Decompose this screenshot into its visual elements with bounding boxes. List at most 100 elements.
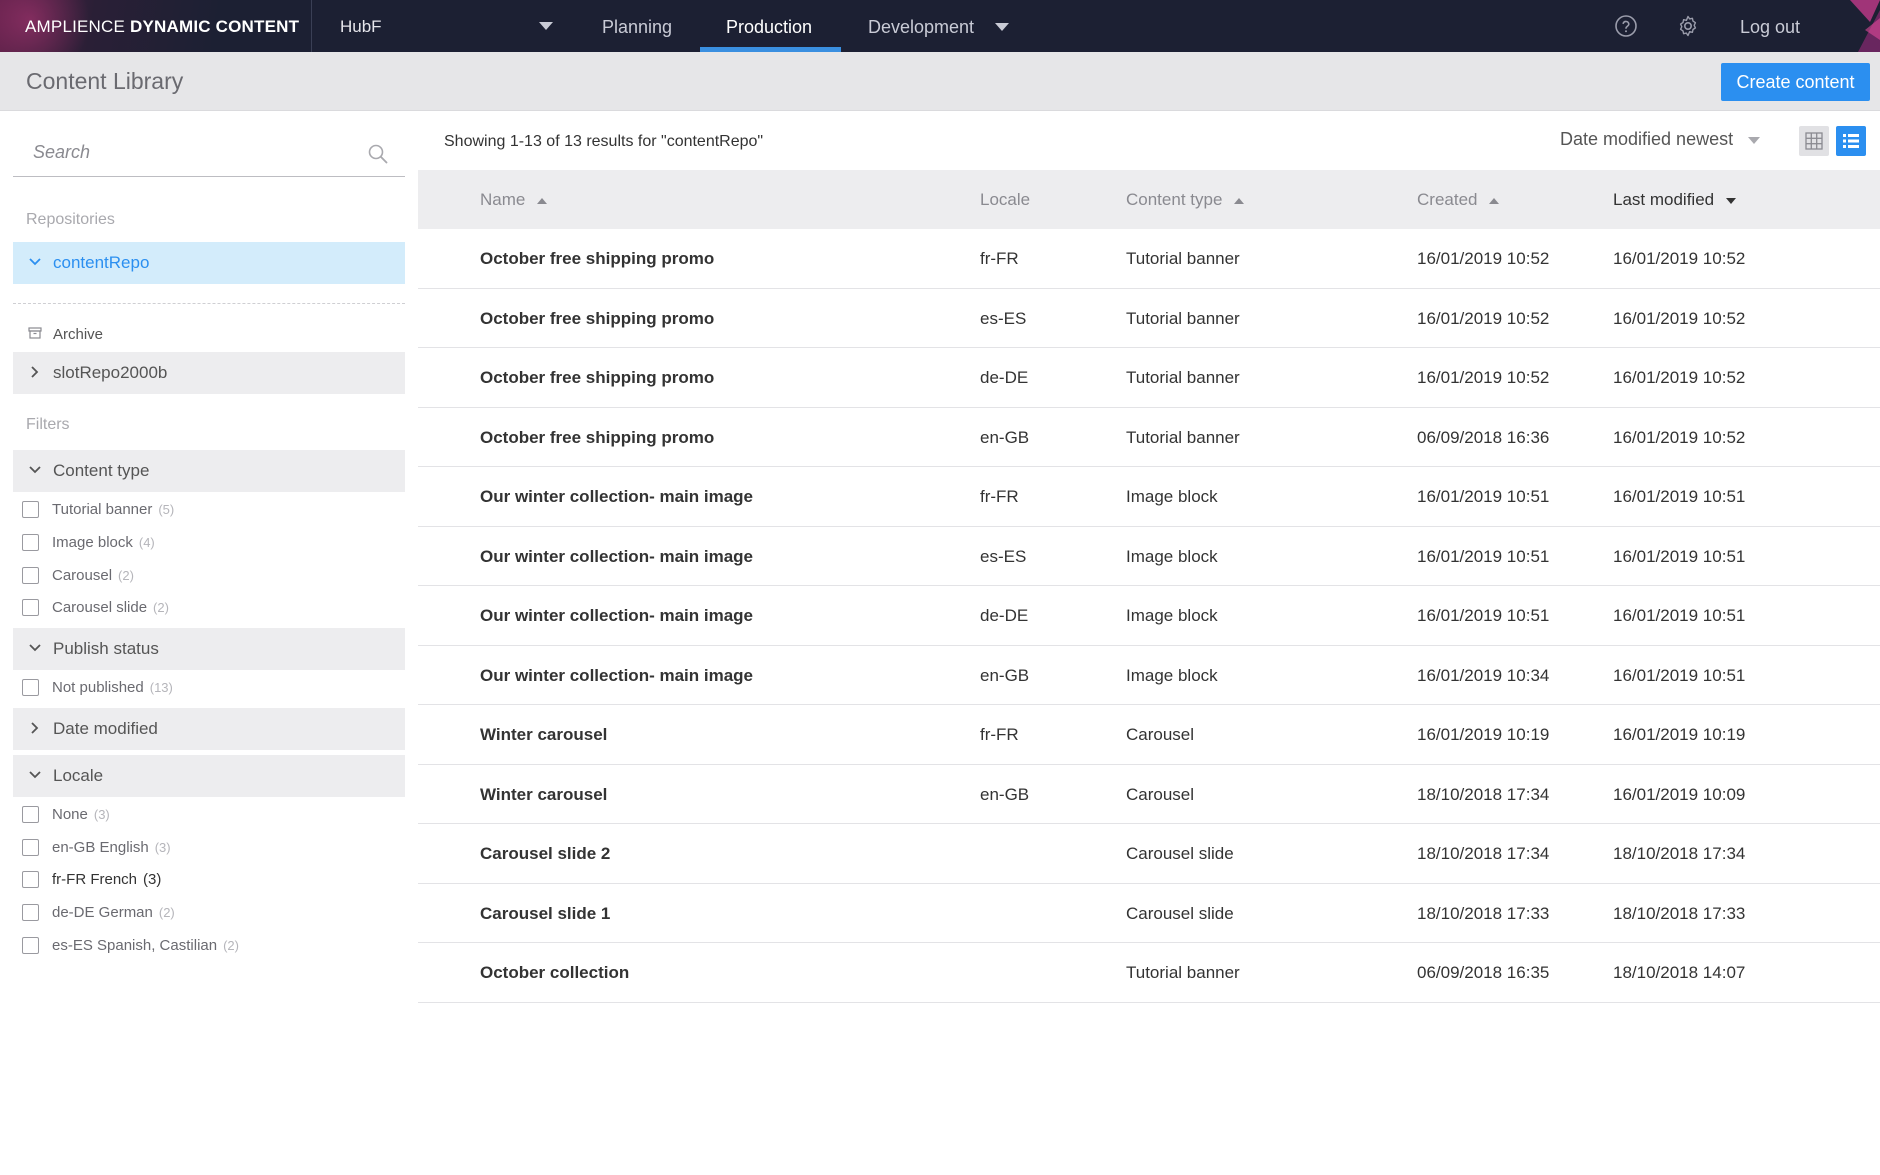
checkbox[interactable] bbox=[22, 937, 39, 954]
checkbox[interactable] bbox=[22, 567, 39, 584]
table-row[interactable]: October collection Tutorial banner 06/09/2… bbox=[418, 943, 1880, 1003]
sidebar: Repositories contentRepo Archive slotRep… bbox=[0, 111, 418, 1175]
cell-created: 16/01/2019 10:51 bbox=[1417, 606, 1550, 625]
table-row[interactable]: Carousel slide 2 Carousel slide 18/10/2018… bbox=[418, 824, 1880, 884]
sort-ascending-icon bbox=[1489, 197, 1500, 204]
search-input[interactable] bbox=[13, 129, 353, 175]
cell-created: 16/01/2019 10:51 bbox=[1417, 487, 1550, 506]
checkbox[interactable] bbox=[22, 534, 39, 551]
repositories-label: Repositories bbox=[26, 211, 115, 228]
cell-locale: fr-FR bbox=[980, 487, 1019, 506]
cell-name: Carousel slide 2 bbox=[480, 844, 611, 863]
top-navigation-bar: AMPLIENCE DYNAMIC CONTENT HubF Planning … bbox=[0, 0, 1880, 52]
gear-icon[interactable] bbox=[1676, 14, 1700, 38]
development-dropdown-caret-icon[interactable] bbox=[995, 23, 1009, 31]
option-label: fr-FR French (3) bbox=[52, 871, 162, 888]
cell-locale: de-DE bbox=[980, 606, 1029, 625]
sort-caret-icon[interactable] bbox=[1748, 137, 1760, 144]
chevron-down-icon[interactable] bbox=[27, 640, 43, 656]
checkbox[interactable] bbox=[22, 871, 39, 888]
sort-dropdown[interactable]: Date modified newest bbox=[1560, 129, 1733, 150]
chevron-down-icon[interactable] bbox=[27, 462, 43, 478]
cell-created: 16/01/2019 10:52 bbox=[1417, 249, 1550, 268]
cell-name: Our winter collection- main image bbox=[480, 546, 753, 566]
sort-ascending-icon bbox=[1234, 197, 1245, 204]
filter-date-modified[interactable]: Date modified bbox=[13, 708, 405, 750]
cell-content-type: Carousel slide bbox=[1126, 844, 1234, 863]
cell-last-modified: 16/01/2019 10:52 bbox=[1613, 308, 1746, 328]
checkbox[interactable] bbox=[22, 501, 39, 518]
cell-name: October free shipping promo bbox=[480, 427, 715, 447]
repository-label: contentRepo bbox=[53, 253, 150, 272]
cell-locale: es-ES bbox=[980, 308, 1027, 328]
column-header-locale: Locale bbox=[980, 190, 1031, 209]
column-header-created[interactable]: Created bbox=[1417, 170, 1500, 229]
table-row[interactable]: October free shipping promo fr-FR Tutorial… bbox=[418, 229, 1880, 289]
nav-development[interactable]: Development bbox=[868, 0, 974, 52]
table-row[interactable]: Our winter collection- main image fr-FR Im… bbox=[418, 467, 1880, 527]
option-label: Carousel (2) bbox=[52, 567, 134, 584]
cell-locale: en-GB bbox=[980, 665, 1030, 685]
content-list-panel: Showing 1-13 of 13 results for "contentR… bbox=[418, 111, 1880, 1175]
help-icon[interactable] bbox=[1614, 14, 1638, 38]
table-body: October free shipping promo fr-FR Tutorial… bbox=[418, 229, 1880, 1003]
hub-selector[interactable]: HubF bbox=[340, 17, 382, 37]
table-header: Name Locale Content type Created Last mo… bbox=[418, 170, 1880, 229]
repository-slotrepo2000b[interactable]: slotRepo2000b bbox=[13, 352, 405, 394]
cell-content-type: Tutorial banner bbox=[1126, 308, 1240, 328]
cell-locale: fr-FR bbox=[980, 249, 1019, 268]
decorative-corner-art bbox=[1850, 0, 1880, 52]
cell-locale: de-DE bbox=[980, 368, 1029, 387]
cell-content-type: Image block bbox=[1126, 487, 1218, 506]
cell-content-type: Carousel bbox=[1126, 725, 1195, 744]
filter-content-type[interactable]: Content type bbox=[13, 450, 405, 492]
filter-title: Locale bbox=[53, 766, 104, 785]
table-row[interactable]: Our winter collection- main image de-DE Im… bbox=[418, 586, 1880, 646]
table-row[interactable]: October free shipping promo es-ES Tutorial… bbox=[418, 289, 1880, 348]
column-header-last-modified[interactable]: Last modified bbox=[1613, 170, 1737, 229]
nav-planning[interactable]: Planning bbox=[602, 0, 672, 52]
column-header-content-type[interactable]: Content type bbox=[1126, 170, 1245, 229]
table-row[interactable]: Winter carousel fr-FR Carousel 16/01/2019 1… bbox=[418, 705, 1880, 765]
checkbox[interactable] bbox=[22, 679, 39, 696]
cell-created: 18/10/2018 17:34 bbox=[1417, 844, 1550, 863]
option-label: Not published (13) bbox=[52, 679, 173, 696]
table-row[interactable]: Winter carousel en-GB Carousel 18/10/2018 1… bbox=[418, 765, 1880, 824]
chevron-right-icon[interactable] bbox=[27, 720, 43, 736]
page-header: Content Library Create content bbox=[0, 52, 1880, 111]
checkbox[interactable] bbox=[22, 904, 39, 921]
cell-created: 16/01/2019 10:19 bbox=[1417, 725, 1550, 744]
repository-contentrepo[interactable]: contentRepo bbox=[13, 242, 405, 284]
logout-link[interactable]: Log out bbox=[1740, 0, 1800, 52]
checkbox[interactable] bbox=[22, 599, 39, 616]
list-view-button[interactable] bbox=[1836, 126, 1866, 156]
checkbox[interactable] bbox=[22, 839, 39, 856]
column-header-name[interactable]: Name bbox=[480, 170, 548, 229]
cell-name: October collection bbox=[480, 963, 630, 982]
create-content-button[interactable]: Create content bbox=[1721, 63, 1870, 101]
chevron-down-icon[interactable] bbox=[27, 254, 43, 270]
cell-last-modified: 16/01/2019 10:52 bbox=[1613, 249, 1746, 268]
option-label: en-GB English (3) bbox=[52, 839, 171, 856]
search-icon[interactable] bbox=[367, 143, 389, 165]
chevron-down-icon[interactable] bbox=[27, 767, 43, 783]
table-row[interactable]: Our winter collection- main image es-ES Im… bbox=[418, 527, 1880, 586]
table-row[interactable]: Our winter collection- main image en-GB Im… bbox=[418, 646, 1880, 705]
filter-title: Date modified bbox=[53, 719, 158, 738]
grid-view-button[interactable] bbox=[1799, 126, 1829, 156]
cell-locale: en-GB bbox=[980, 427, 1030, 447]
hub-dropdown-caret-icon[interactable] bbox=[539, 22, 553, 30]
archive-link[interactable]: Archive bbox=[13, 315, 405, 353]
chevron-right-icon[interactable] bbox=[27, 364, 43, 380]
nav-production[interactable]: Production bbox=[726, 0, 812, 52]
table-row[interactable]: Carousel slide 1 Carousel slide 18/10/2018… bbox=[418, 884, 1880, 943]
table-row[interactable]: October free shipping promo en-GB Tutorial… bbox=[418, 408, 1880, 467]
cell-locale: es-ES bbox=[980, 546, 1027, 566]
filter-locale[interactable]: Locale bbox=[13, 755, 405, 797]
sort-descending-icon bbox=[1726, 197, 1737, 204]
table-row[interactable]: October free shipping promo de-DE Tutorial… bbox=[418, 348, 1880, 408]
checkbox[interactable] bbox=[22, 806, 39, 823]
brand-logo[interactable]: AMPLIENCE DYNAMIC CONTENT bbox=[0, 0, 312, 52]
filter-publish-status[interactable]: Publish status bbox=[13, 628, 405, 670]
cell-name: Our winter collection- main image bbox=[480, 665, 753, 685]
